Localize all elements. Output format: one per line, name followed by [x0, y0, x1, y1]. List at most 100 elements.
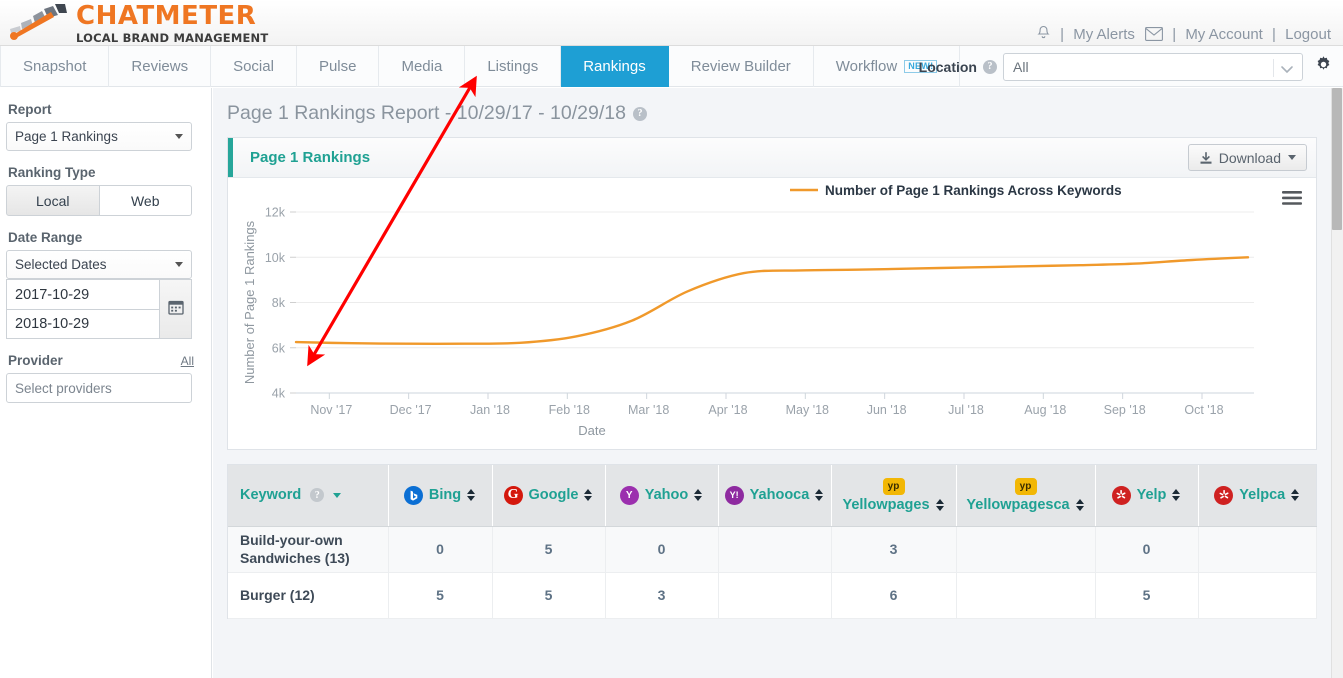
col-header-yahoo[interactable]: Y Yahoo [605, 465, 719, 527]
tab-media[interactable]: Media [379, 46, 466, 87]
col-label-yahooca: Yahooca [749, 487, 810, 504]
account-links: | My Alerts | My Account | Logout [1036, 25, 1331, 45]
tab-review-builder[interactable]: Review Builder [669, 46, 814, 87]
x-tick-label: Feb '18 [549, 403, 590, 417]
rankings-table-wrapper: Keyword ? Bing G Google Y Yahoo Y! Yahoo… [227, 464, 1317, 619]
provider-all-link[interactable]: All [181, 354, 194, 368]
chevron-down-icon [175, 262, 183, 267]
table-header-row: Keyword ? Bing G Google Y Yahoo Y! Yahoo… [228, 465, 1316, 527]
gear-icon[interactable] [1314, 55, 1333, 79]
date-range-label: Date Range [8, 230, 199, 245]
x-tick-label: Jun '18 [867, 403, 907, 417]
sort-icon[interactable] [584, 488, 593, 502]
cell-yellowpagesca [956, 526, 1096, 573]
ranking-type-local[interactable]: Local [6, 185, 100, 216]
google-icon: G [503, 485, 523, 505]
select-divider [1273, 58, 1274, 77]
download-label: Download [1218, 149, 1281, 166]
sort-icon[interactable] [1172, 488, 1181, 502]
main-content: Page 1 Rankings Report - 10/29/17 - 10/2… [213, 88, 1331, 678]
help-circle-icon[interactable]: ? [310, 488, 325, 503]
my-alerts-link[interactable]: My Alerts [1073, 26, 1135, 43]
col-header-google[interactable]: G Google [492, 465, 606, 527]
tab-snapshot[interactable]: Snapshot [0, 46, 110, 87]
scrollbar-thumb[interactable] [1332, 88, 1342, 230]
cell-yellowpages: 3 [831, 526, 957, 573]
chevron-down-icon[interactable] [1280, 62, 1294, 78]
col-header-bing[interactable]: Bing [388, 465, 493, 527]
separator-1: | [1060, 26, 1065, 43]
col-label-google: Google [528, 487, 579, 504]
col-label-yahoo: Yahoo [644, 487, 689, 504]
provider-input[interactable]: Select providers [6, 373, 192, 403]
report-label: Report [8, 102, 199, 117]
x-tick-label: Nov '17 [310, 403, 352, 417]
x-tick-label: Apr '18 [708, 403, 747, 417]
yp-icon: yp [882, 477, 905, 495]
start-date-input[interactable]: 2017-10-29 [6, 279, 160, 309]
end-date-input[interactable]: 2018-10-29 [6, 309, 160, 339]
help-circle-icon[interactable]: ? [983, 59, 997, 74]
legend-label: Number of Page 1 Rankings Across Keyword… [825, 183, 1122, 198]
logout-link[interactable]: Logout [1285, 26, 1331, 43]
col-label-yellowpages: Yellowpages [842, 496, 930, 513]
tab-listings[interactable]: Listings [465, 46, 562, 87]
col-header-yelp[interactable]: Yelp [1095, 465, 1199, 527]
ranking-type-toggle: Local Web [6, 185, 192, 216]
ranking-type-web[interactable]: Web [99, 185, 192, 216]
provider-placeholder: Select providers [15, 380, 112, 396]
col-header-yellowpages[interactable]: yp Yellowpages [831, 465, 957, 527]
col-header-yellowpagesca[interactable]: yp Yellowpagesca [956, 465, 1096, 527]
table-row[interactable]: Build-your-own Sandwiches (13) 0 5 0 3 0 [228, 526, 1317, 573]
col-header-keyword[interactable]: Keyword ? [228, 465, 389, 527]
envelope-icon[interactable] [1145, 27, 1164, 45]
cell-keyword: Burger (12) [228, 572, 389, 619]
vertical-scrollbar[interactable] [1331, 88, 1343, 678]
location-value: All [1013, 58, 1029, 75]
tab-label: Workflow [835, 58, 898, 75]
bing-icon [403, 485, 423, 505]
rankings-table: Keyword ? Bing G Google Y Yahoo Y! Yahoo… [228, 465, 1317, 619]
tab-social[interactable]: Social [211, 46, 297, 87]
brand-tagline: LOCAL BRAND MANAGEMENT [76, 31, 269, 45]
tab-reviews[interactable]: Reviews [109, 46, 212, 87]
calendar-button[interactable] [160, 279, 192, 339]
x-tick-label: Oct '18 [1184, 403, 1223, 417]
separator-3: | [1272, 26, 1276, 43]
location-select[interactable]: All [1003, 52, 1303, 81]
sort-icon[interactable] [1291, 488, 1300, 502]
calendar-icon [167, 299, 184, 320]
sort-icon[interactable] [935, 498, 945, 512]
tab-rankings[interactable]: Rankings [561, 46, 669, 87]
logo[interactable]: CHATMETER LOCAL BRAND MANAGEMENT [8, 2, 268, 45]
chart-panel-title: Page 1 Rankings [250, 149, 371, 166]
table-row[interactable]: Burger (12) 5 5 3 6 5 [228, 572, 1317, 619]
hamburger-menu-icon[interactable] [1282, 190, 1302, 211]
sort-icon[interactable] [467, 488, 476, 502]
download-button[interactable]: Download [1187, 144, 1307, 171]
tab-pulse[interactable]: Pulse [297, 46, 380, 87]
my-account-link[interactable]: My Account [1185, 26, 1263, 43]
date-preset-select[interactable]: Selected Dates [6, 250, 192, 279]
cell-bing: 0 [388, 526, 493, 573]
x-tick-label: Sep '18 [1104, 403, 1146, 417]
date-inputs: 2017-10-29 2018-10-29 [6, 279, 192, 339]
y-tick-label: 10k [265, 251, 286, 265]
chart-legend: Number of Page 1 Rankings Across Keyword… [790, 183, 1122, 198]
tab-label: Review Builder [690, 58, 791, 75]
tab-label: Rankings [583, 58, 646, 75]
col-header-yelpca[interactable]: Yelpca [1198, 465, 1316, 527]
report-select[interactable]: Page 1 Rankings [6, 122, 192, 151]
date-fields: 2017-10-29 2018-10-29 [6, 279, 160, 339]
bell-icon[interactable] [1036, 25, 1051, 45]
chevron-down-icon [333, 492, 342, 498]
tab-label: Listings [487, 58, 539, 75]
sort-icon[interactable] [694, 488, 703, 502]
help-circle-icon[interactable]: ? [632, 106, 647, 121]
y-tick-label: 4k [272, 387, 286, 401]
sort-icon[interactable] [1075, 498, 1085, 512]
sort-icon[interactable] [815, 488, 824, 502]
col-header-yahooca[interactable]: Y! Yahooca [718, 465, 832, 527]
y-tick-label: 12k [265, 206, 286, 220]
